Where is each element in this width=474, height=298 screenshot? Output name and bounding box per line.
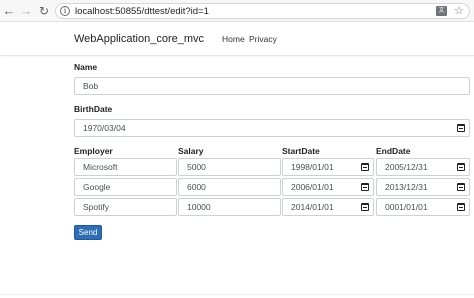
startdate-input[interactable]: 2006/01/01: [282, 178, 374, 196]
salary-input[interactable]: 10000: [178, 198, 281, 216]
calendar-icon[interactable]: [457, 183, 465, 191]
footer-divider: [0, 294, 474, 295]
calendar-icon[interactable]: [361, 203, 369, 211]
reload-icon[interactable]: ↻: [37, 4, 51, 18]
name-label: Name: [74, 62, 98, 72]
nav-link-home[interactable]: Home: [222, 33, 245, 45]
address-bar[interactable]: i localhost:50855/dttest/edit?id=1 文 ☆: [55, 3, 470, 19]
nav-link-privacy[interactable]: Privacy: [249, 33, 277, 45]
translate-icon[interactable]: 文: [436, 6, 447, 16]
url-text[interactable]: localhost:50855/dttest/edit?id=1: [75, 5, 209, 18]
birthdate-value: 1970/03/04: [83, 123, 126, 133]
enddate-header: EndDate: [376, 146, 411, 156]
enddate-value: 2005/12/31: [385, 162, 428, 172]
startdate-input[interactable]: 2014/01/01: [282, 198, 374, 216]
calendar-icon[interactable]: [457, 203, 465, 211]
forward-arrow-icon[interactable]: →: [19, 4, 33, 18]
enddate-input[interactable]: 2013/12/31: [376, 178, 470, 196]
enddate-input[interactable]: 2005/12/31: [376, 158, 470, 176]
salary-header: Salary: [178, 146, 204, 156]
calendar-icon[interactable]: [457, 163, 465, 171]
calendar-icon[interactable]: [361, 163, 369, 171]
send-button[interactable]: Send: [74, 225, 102, 240]
site-info-icon[interactable]: i: [60, 6, 70, 16]
calendar-icon[interactable]: [457, 124, 465, 132]
enddate-input[interactable]: 0001/01/01: [376, 198, 470, 216]
employer-input[interactable]: Microsoft: [74, 158, 177, 176]
startdate-input[interactable]: 1998/01/01: [282, 158, 374, 176]
name-input[interactable]: Bob: [74, 77, 470, 95]
back-arrow-icon[interactable]: ←: [2, 4, 16, 18]
birthdate-label: BirthDate: [74, 104, 113, 114]
employer-header: Employer: [74, 146, 113, 156]
employer-input[interactable]: Google: [74, 178, 177, 196]
calendar-icon[interactable]: [361, 183, 369, 191]
employer-input[interactable]: Spotify: [74, 198, 177, 216]
enddate-value: 0001/01/01: [385, 202, 428, 212]
startdate-header: StartDate: [282, 146, 320, 156]
startdate-value: 2014/01/01: [291, 202, 334, 212]
startdate-value: 1998/01/01: [291, 162, 334, 172]
brand-link[interactable]: WebApplication_core_mvc: [74, 32, 204, 46]
startdate-value: 2006/01/01: [291, 182, 334, 192]
salary-input[interactable]: 5000: [178, 158, 281, 176]
salary-input[interactable]: 6000: [178, 178, 281, 196]
enddate-value: 2013/12/31: [385, 182, 428, 192]
app-navbar: WebApplication_core_mvc Home Privacy: [0, 22, 474, 56]
birthdate-input[interactable]: 1970/03/04: [74, 119, 470, 137]
bookmark-star-icon[interactable]: ☆: [454, 4, 464, 18]
browser-toolbar: ← → ↻ i localhost:50855/dttest/edit?id=1…: [0, 0, 474, 22]
